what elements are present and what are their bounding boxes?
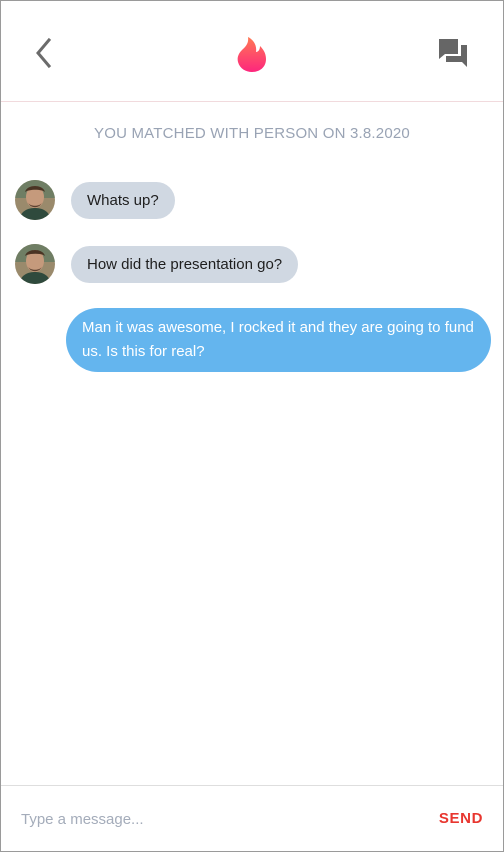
chat-bubbles-icon (439, 39, 467, 67)
back-button[interactable] (29, 35, 59, 71)
send-button[interactable]: SEND (439, 810, 483, 827)
avatar (15, 244, 55, 284)
message-bubble-incoming: Whats up? (71, 181, 175, 219)
flame-icon (237, 37, 266, 72)
header-bar (1, 1, 503, 102)
chat-screen: YOU MATCHED WITH PERSON ON 3.8.2020 What… (0, 0, 504, 852)
message-bubble-outgoing: Man it was awesome, I rocked it and they… (66, 308, 491, 372)
message-row-incoming: How did the presentation go? (15, 244, 299, 284)
message-input[interactable] (21, 808, 401, 830)
avatar (15, 180, 55, 220)
app-logo (235, 35, 269, 73)
message-row-incoming: Whats up? (15, 180, 175, 220)
match-notice: YOU MATCHED WITH PERSON ON 3.8.2020 (94, 125, 410, 142)
message-bubble-incoming: How did the presentation go? (71, 245, 299, 283)
chevron-left-icon (36, 37, 52, 69)
chat-list-button[interactable] (437, 37, 469, 69)
message-composer: SEND (1, 785, 503, 851)
